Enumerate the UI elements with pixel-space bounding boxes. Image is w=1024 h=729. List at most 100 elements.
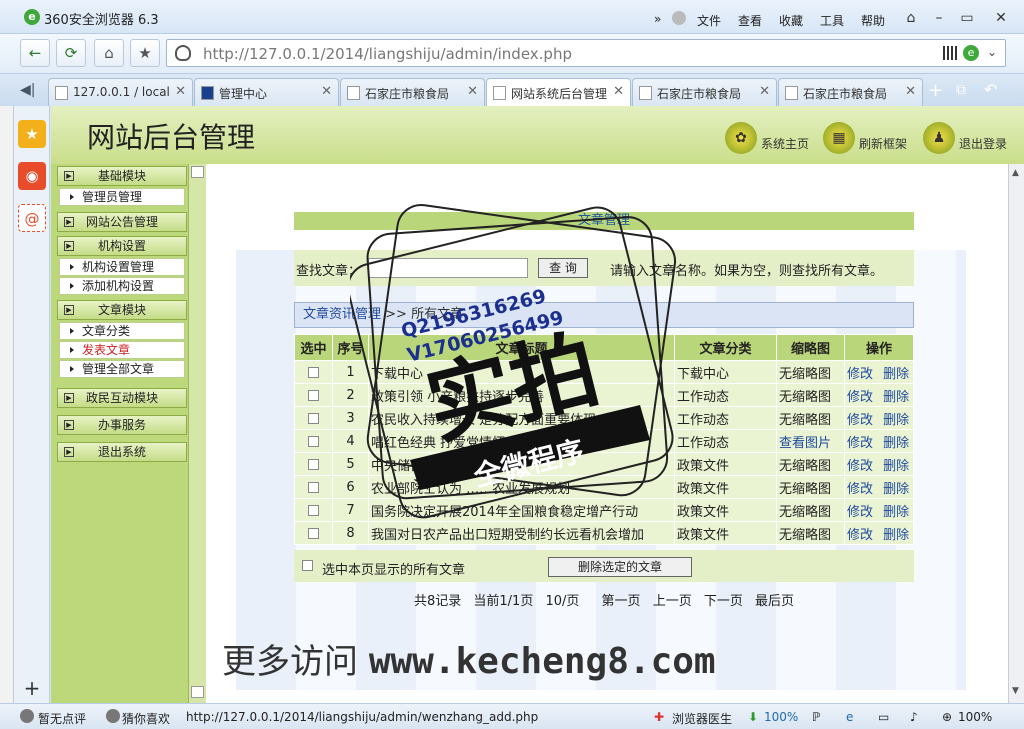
- menu-chevron-icon[interactable]: »: [654, 12, 661, 26]
- nav-section-article[interactable]: ▶ 文章模块: [57, 300, 187, 320]
- delete-link[interactable]: 删除: [883, 459, 909, 474]
- row-checkbox[interactable]: [308, 412, 319, 424]
- maximize-button[interactable]: ▭: [954, 8, 980, 28]
- row-checkbox[interactable]: [308, 389, 319, 401]
- tab-close-icon[interactable]: ✕: [175, 84, 186, 99]
- pager-next[interactable]: 下一页: [704, 594, 743, 609]
- delete-link[interactable]: 删除: [883, 528, 909, 543]
- status-guess[interactable]: 猜你喜欢: [122, 710, 170, 727]
- nav-section-service[interactable]: ▶ 办事服务: [57, 415, 187, 435]
- weibo-icon[interactable]: ◉: [18, 162, 46, 190]
- menu-file[interactable]: 文件: [697, 12, 721, 29]
- nav-item-admin-manage[interactable]: 管理员管理: [59, 188, 185, 206]
- row-checkbox[interactable]: [308, 435, 319, 447]
- edit-link[interactable]: 修改: [847, 390, 873, 405]
- close-button[interactable]: ✕: [988, 8, 1014, 28]
- tab-sidebar-toggle-icon[interactable]: ◀|: [20, 82, 35, 98]
- nav-item-article-category[interactable]: 文章分类: [59, 322, 185, 340]
- ie-icon[interactable]: e: [846, 710, 853, 724]
- menu-help[interactable]: 帮助: [861, 12, 885, 29]
- tab-close-icon[interactable]: ✕: [905, 84, 916, 99]
- favorites-star-icon[interactable]: ★: [18, 120, 46, 148]
- tab-admin-center[interactable]: 管理中心 ✕: [194, 78, 339, 106]
- pager-prev[interactable]: 上一页: [653, 594, 692, 609]
- edit-link[interactable]: 修改: [847, 482, 873, 497]
- scroll-down-icon[interactable]: ▼: [1012, 686, 1019, 696]
- edit-link[interactable]: 修改: [847, 459, 873, 474]
- home-icon[interactable]: ⌂: [94, 39, 124, 67]
- menu-favorites[interactable]: 收藏: [779, 12, 803, 29]
- volume-icon[interactable]: ♪: [910, 710, 918, 724]
- url-text[interactable]: http://127.0.0.1/2014/liangshiju/admin/i…: [203, 45, 572, 63]
- tab-site-admin[interactable]: 网站系统后台管理 ✕: [486, 78, 631, 106]
- tab-grain-bureau-3[interactable]: 石家庄市粮食局 ✕: [778, 78, 923, 106]
- tab-close-icon[interactable]: ✕: [759, 84, 770, 99]
- mail-icon[interactable]: @: [18, 204, 46, 232]
- edit-link[interactable]: 修改: [847, 505, 873, 520]
- delete-link[interactable]: 删除: [883, 367, 909, 382]
- delete-link[interactable]: 删除: [883, 505, 909, 520]
- edit-link[interactable]: 修改: [847, 436, 873, 451]
- row-checkbox[interactable]: [308, 458, 319, 470]
- status-speed[interactable]: 100%: [764, 710, 798, 724]
- menu-view[interactable]: 查看: [738, 12, 762, 29]
- delete-selected-button[interactable]: 删除选定的文章: [548, 557, 692, 577]
- row-checkbox[interactable]: [308, 481, 319, 493]
- delete-link[interactable]: 删除: [883, 482, 909, 497]
- tab-grain-bureau-1[interactable]: 石家庄市粮食局 ✕: [340, 78, 485, 106]
- window-icon[interactable]: ▭: [878, 710, 889, 724]
- zoom-icon[interactable]: ⊕: [942, 710, 952, 724]
- refresh-icon[interactable]: ⟳: [56, 39, 86, 67]
- tab-close-icon[interactable]: ✕: [321, 84, 332, 99]
- nav-section-interaction[interactable]: ▶ 政民互动模块: [57, 388, 187, 408]
- tab-list-icon[interactable]: ⧉: [956, 82, 966, 98]
- menu-tools[interactable]: 工具: [820, 12, 844, 29]
- edit-link[interactable]: 修改: [847, 367, 873, 382]
- nav-section-basic[interactable]: ▶ 基础模块: [57, 166, 187, 186]
- new-tab-icon[interactable]: +: [928, 80, 943, 101]
- undo-close-tab-icon[interactable]: ↶: [984, 80, 997, 99]
- back-icon[interactable]: ←: [20, 39, 50, 67]
- select-all-checkbox[interactable]: [302, 560, 313, 571]
- row-checkbox[interactable]: [308, 366, 319, 378]
- add-sidebar-icon[interactable]: +: [18, 674, 46, 702]
- nav-item-org-add[interactable]: 添加机构设置: [59, 277, 185, 295]
- tab-grain-bureau-2[interactable]: 石家庄市粮食局 ✕: [632, 78, 777, 106]
- ie-engine-icon[interactable]: e: [963, 45, 979, 61]
- scroll-down-icon[interactable]: [191, 686, 204, 698]
- pager-first[interactable]: 第一页: [602, 594, 641, 609]
- row-checkbox[interactable]: [308, 527, 319, 539]
- pin-icon[interactable]: ⌂: [898, 8, 924, 28]
- nav-item-article-manage-all[interactable]: 管理全部文章: [59, 360, 185, 378]
- status-zoom[interactable]: 100%: [958, 710, 992, 724]
- edit-link[interactable]: 修改: [847, 413, 873, 428]
- nav-section-org[interactable]: ▶ 机构设置: [57, 236, 187, 256]
- nav-item-article-post[interactable]: 发表文章: [59, 341, 185, 359]
- status-doctor[interactable]: 浏览器医生: [672, 710, 732, 727]
- tab-close-icon[interactable]: ✕: [467, 84, 478, 99]
- sidebar-scrollbar[interactable]: [188, 164, 206, 703]
- row-thumbnail[interactable]: 查看图片: [776, 429, 845, 453]
- tab-localhost[interactable]: 127.0.0.1 / local ✕: [48, 78, 193, 106]
- delete-link[interactable]: 删除: [883, 436, 909, 451]
- minimize-button[interactable]: –: [926, 8, 952, 28]
- chevron-down-icon[interactable]: ⌄: [987, 45, 997, 59]
- scroll-up-icon[interactable]: [191, 166, 204, 178]
- tab-close-icon[interactable]: ✕: [613, 84, 624, 99]
- nav-item-org-manage[interactable]: 机构设置管理: [59, 258, 185, 276]
- user-icon[interactable]: [672, 11, 686, 25]
- p2p-icon[interactable]: ℙ: [812, 710, 820, 724]
- edit-link[interactable]: 修改: [847, 528, 873, 543]
- pager-last[interactable]: 最后页: [755, 594, 794, 609]
- status-comment[interactable]: 暂无点评: [38, 710, 86, 727]
- page-scrollbar[interactable]: ▲ ▼: [1008, 164, 1024, 703]
- nav-section-notice[interactable]: ▶ 网站公告管理: [57, 212, 187, 232]
- favorite-star-icon[interactable]: ★: [130, 39, 160, 67]
- row-checkbox[interactable]: [308, 504, 319, 516]
- delete-link[interactable]: 删除: [883, 390, 909, 405]
- scroll-up-icon[interactable]: ▲: [1012, 168, 1019, 178]
- url-bar[interactable]: http://127.0.0.1/2014/liangshiju/admin/i…: [166, 39, 1006, 67]
- qrcode-icon[interactable]: [943, 46, 957, 60]
- nav-section-exit[interactable]: ▶ 退出系统: [57, 442, 187, 462]
- delete-link[interactable]: 删除: [883, 413, 909, 428]
